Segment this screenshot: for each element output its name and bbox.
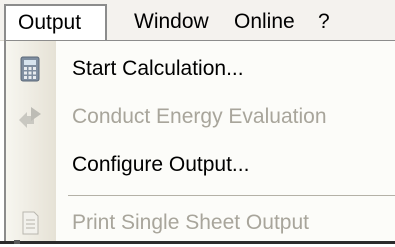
menu-item-configure-output[interactable]: Configure Output... [6,141,395,189]
menu-item-label: Conduct Energy Evaluation [72,105,327,128]
menu-item-label: Print Single Sheet Output [72,211,309,234]
menu-window[interactable]: Window [126,6,217,38]
menu-item-start-calculation[interactable]: Start Calculation... [6,45,395,93]
edge-mark [14,240,20,244]
menu-item-label: Configure Output... [72,153,250,176]
menu-item-conduct-energy-evaluation[interactable]: Conduct Energy Evaluation [6,93,395,141]
menu-online[interactable]: Online [226,6,303,38]
document-icon [16,209,44,237]
energy-evaluation-icon [16,103,44,131]
output-dropdown-menu: Start Calculation... Conduct Energy Eval… [4,40,395,244]
calculator-icon [16,55,44,83]
menu-bar: Output Window Online ? [0,0,395,41]
menu-item-print-single-sheet-output[interactable]: Print Single Sheet Output [6,199,395,247]
menu-help[interactable]: ? [310,6,338,38]
menu-separator [68,195,395,196]
menu-item-label: Start Calculation... [72,57,244,80]
menu-output[interactable]: Output [4,4,107,41]
